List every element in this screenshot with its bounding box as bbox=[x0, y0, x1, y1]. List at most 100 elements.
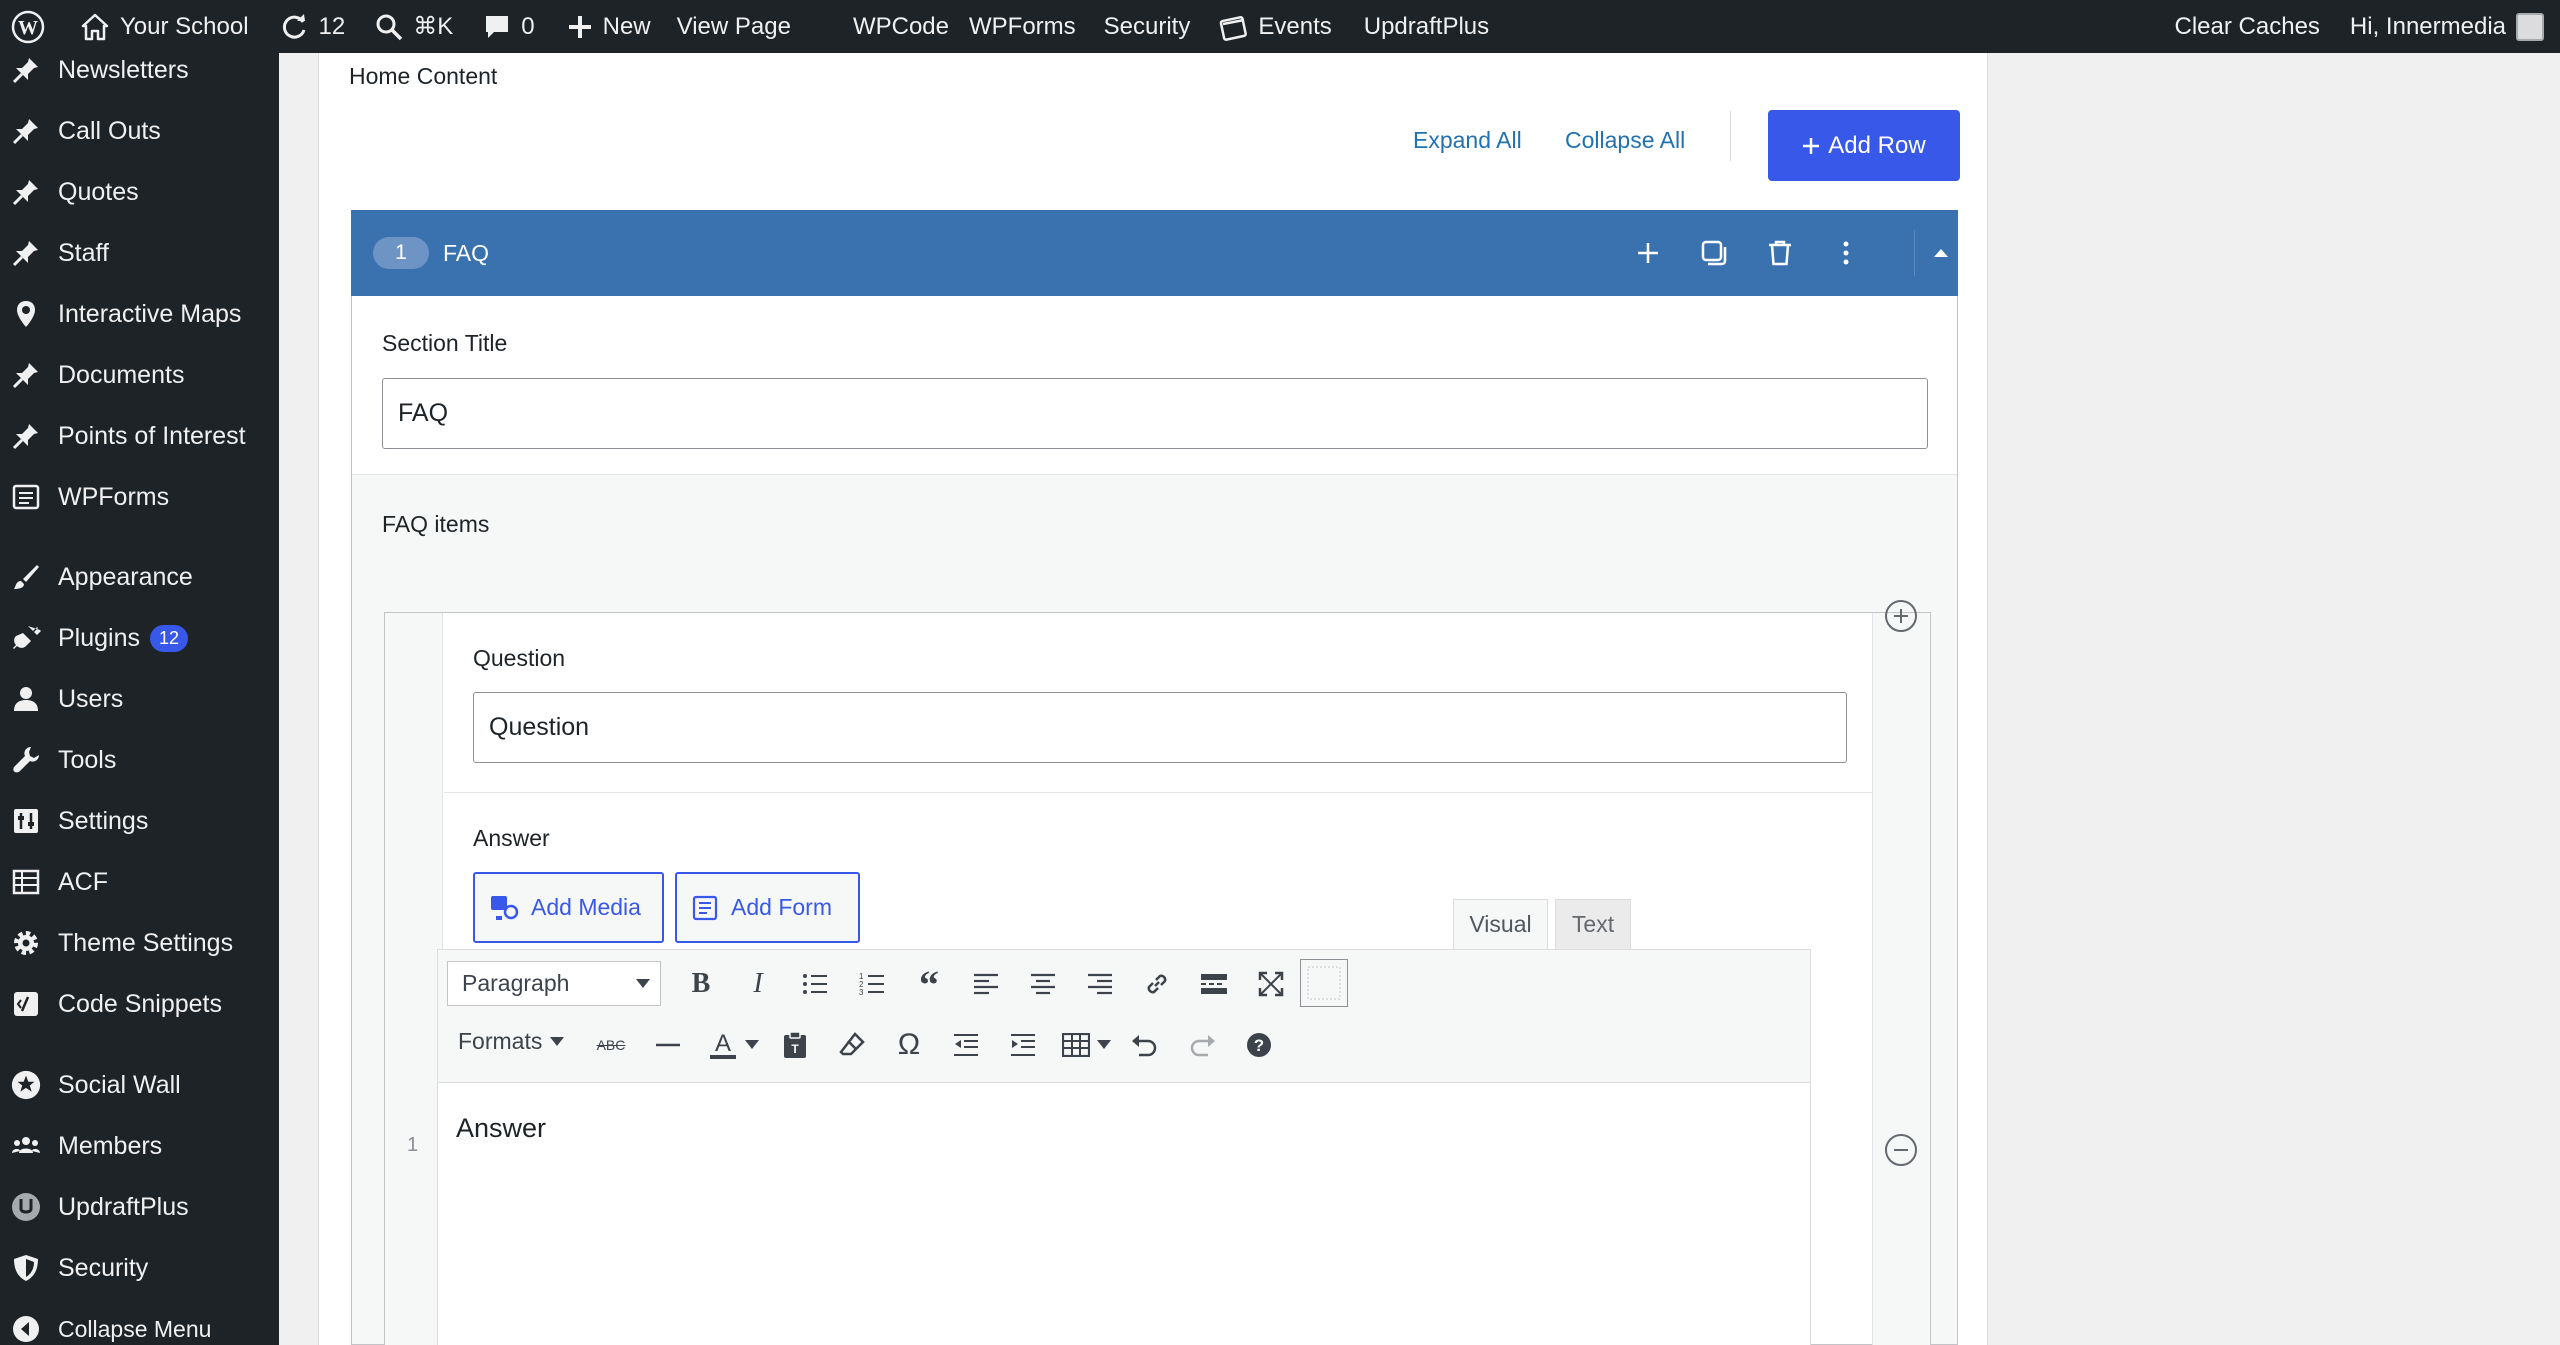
sidebar-item-security[interactable]: Security bbox=[0, 1242, 279, 1294]
add-row-button[interactable]: Add Row bbox=[1768, 110, 1960, 181]
refresh-icon bbox=[282, 13, 305, 39]
bold-icon[interactable]: B bbox=[681, 964, 721, 1004]
sidebar-item-wpforms[interactable]: WPForms bbox=[0, 471, 279, 523]
add-media-button[interactable]: Add Media bbox=[473, 872, 664, 943]
search-shortcut-button[interactable]: ⌘K bbox=[357, 0, 465, 53]
security-link[interactable]: Security bbox=[1088, 0, 1203, 53]
more-options-icon[interactable] bbox=[1829, 236, 1863, 270]
form-icon bbox=[692, 895, 718, 920]
add-form-button[interactable]: Add Form bbox=[675, 872, 860, 943]
sidebar-item-newsletters[interactable]: Newsletters bbox=[0, 53, 279, 96]
wordpress-logo-button[interactable]: W bbox=[0, 0, 58, 53]
row-actions bbox=[1872, 600, 1930, 1345]
clear-caches-label: Clear Caches bbox=[2174, 12, 2320, 40]
duplicate-layout-icon[interactable] bbox=[1697, 236, 1731, 270]
sidebar-item-label: Quotes bbox=[58, 177, 139, 206]
sidebar-item-tools[interactable]: Tools bbox=[0, 734, 279, 786]
sidebar-item-appearance[interactable]: Appearance bbox=[0, 551, 279, 603]
plus-icon bbox=[568, 15, 591, 38]
sidebar-item-theme-settings[interactable]: Theme Settings bbox=[0, 917, 279, 969]
horizontal-line-icon[interactable] bbox=[648, 1025, 688, 1065]
question-input[interactable]: Question bbox=[473, 692, 1847, 763]
numbered-list-icon[interactable]: 123 bbox=[852, 964, 892, 1004]
plugin-icon bbox=[10, 622, 42, 654]
fullscreen-icon[interactable] bbox=[1251, 964, 1291, 1004]
italic-icon[interactable]: I bbox=[738, 964, 778, 1004]
chevron-down-icon[interactable] bbox=[740, 1025, 764, 1065]
sidebar-item-acf[interactable]: ACF bbox=[0, 856, 279, 908]
sidebar-item-code-snippets[interactable]: Code Snippets bbox=[0, 978, 279, 1030]
site-name-link[interactable]: Your School bbox=[58, 0, 261, 53]
tab-text[interactable]: Text bbox=[1555, 899, 1631, 950]
comment-icon bbox=[486, 15, 509, 38]
layout-title: FAQ bbox=[443, 240, 490, 266]
outdent-icon[interactable] bbox=[946, 1025, 986, 1065]
collapse-all-link[interactable]: Collapse All bbox=[1565, 127, 1685, 154]
add-row-label: Add Row bbox=[1828, 131, 1926, 159]
members-icon bbox=[10, 1130, 42, 1162]
sidebar-item-members[interactable]: Members bbox=[0, 1120, 279, 1172]
expand-all-link[interactable]: Expand All bbox=[1413, 127, 1522, 154]
events-link[interactable]: Events bbox=[1202, 0, 1343, 53]
collapse-menu-button[interactable]: Collapse Menu bbox=[0, 1303, 279, 1345]
wpforms-link[interactable]: WPForms bbox=[961, 0, 1088, 53]
delete-layout-icon[interactable] bbox=[1763, 236, 1797, 270]
align-center-icon[interactable] bbox=[1023, 964, 1063, 1004]
clear-caches-link[interactable]: Clear Caches bbox=[2163, 0, 2332, 53]
tab-visual[interactable]: Visual bbox=[1453, 899, 1548, 950]
updates-link[interactable]: 12 bbox=[261, 0, 358, 53]
sidebar-item-social-wall[interactable]: Social Wall bbox=[0, 1059, 279, 1111]
comments-link[interactable]: 0 bbox=[465, 0, 546, 53]
paste-text-icon[interactable]: T bbox=[775, 1025, 815, 1065]
align-left-icon[interactable] bbox=[966, 964, 1006, 1004]
sidebar-item-label: Members bbox=[58, 1131, 163, 1160]
blockquote-icon[interactable]: “ bbox=[909, 962, 949, 1007]
layout-header-faq[interactable]: 1 FAQ bbox=[351, 210, 1958, 296]
row-drag-handle[interactable]: 1 bbox=[385, 613, 443, 1345]
remove-row-icon[interactable] bbox=[1885, 1134, 1917, 1166]
formats-dropdown[interactable]: Formats bbox=[458, 1028, 565, 1055]
table-icon[interactable] bbox=[1056, 1025, 1096, 1065]
new-content-link[interactable]: New bbox=[547, 0, 663, 53]
indent-icon[interactable] bbox=[1003, 1025, 1043, 1065]
clear-formatting-icon[interactable] bbox=[832, 1025, 872, 1065]
sidebar-item-documents[interactable]: Documents bbox=[0, 349, 279, 401]
shield-icon bbox=[10, 1252, 42, 1284]
sidebar-item-plugins[interactable]: Plugins 12 bbox=[0, 612, 279, 664]
sidebar-item-users[interactable]: Users bbox=[0, 673, 279, 725]
sidebar-item-points-of-interest[interactable]: Points of Interest bbox=[0, 410, 279, 462]
sidebar-item-staff[interactable]: Staff bbox=[0, 227, 279, 279]
special-character-icon[interactable]: Ω bbox=[889, 1025, 929, 1065]
sidebar-item-interactive-maps[interactable]: Interactive Maps bbox=[0, 288, 279, 340]
align-right-icon[interactable] bbox=[1080, 964, 1120, 1004]
code-icon bbox=[10, 988, 42, 1020]
add-row-icon[interactable] bbox=[1885, 600, 1917, 632]
sidebar-item-updraftplus[interactable]: UpdraftPlus bbox=[0, 1181, 279, 1233]
text-color-icon[interactable]: A bbox=[703, 1025, 743, 1065]
chevron-down-icon[interactable] bbox=[1092, 1025, 1116, 1065]
sidebar-item-settings[interactable]: Settings bbox=[0, 795, 279, 847]
formats-label: Formats bbox=[458, 1028, 543, 1054]
updraftplus-link[interactable]: UpdraftPlus bbox=[1344, 0, 1501, 53]
editor-content-area[interactable]: Answer bbox=[438, 1083, 1810, 1345]
layout-order-badge[interactable]: 1 bbox=[373, 237, 429, 269]
help-icon[interactable]: ? bbox=[1239, 1025, 1279, 1065]
sidebar-item-call-outs[interactable]: Call Outs bbox=[0, 105, 279, 157]
toolbar-toggle-icon[interactable] bbox=[1300, 959, 1348, 1007]
read-more-icon[interactable] bbox=[1194, 964, 1234, 1004]
strikethrough-icon[interactable]: ABC bbox=[591, 1025, 631, 1065]
section-title-field: Section Title FAQ bbox=[352, 296, 1957, 475]
wpcode-link[interactable]: WPCode bbox=[803, 0, 961, 53]
collapse-layout-icon[interactable] bbox=[1924, 236, 1958, 270]
add-layout-icon[interactable] bbox=[1631, 236, 1665, 270]
link-icon[interactable] bbox=[1137, 964, 1177, 1004]
view-page-link[interactable]: View Page bbox=[663, 0, 803, 53]
sidebar-item-quotes[interactable]: Quotes bbox=[0, 166, 279, 218]
add-media-label: Add Media bbox=[531, 894, 641, 920]
paragraph-format-select[interactable]: Paragraph bbox=[447, 961, 661, 1006]
undo-icon[interactable] bbox=[1125, 1025, 1165, 1065]
my-account-link[interactable]: Hi, Innermedia bbox=[2332, 0, 2560, 53]
bullet-list-icon[interactable] bbox=[795, 964, 835, 1004]
redo-icon[interactable] bbox=[1182, 1025, 1222, 1065]
section-title-input[interactable]: FAQ bbox=[382, 378, 1928, 449]
